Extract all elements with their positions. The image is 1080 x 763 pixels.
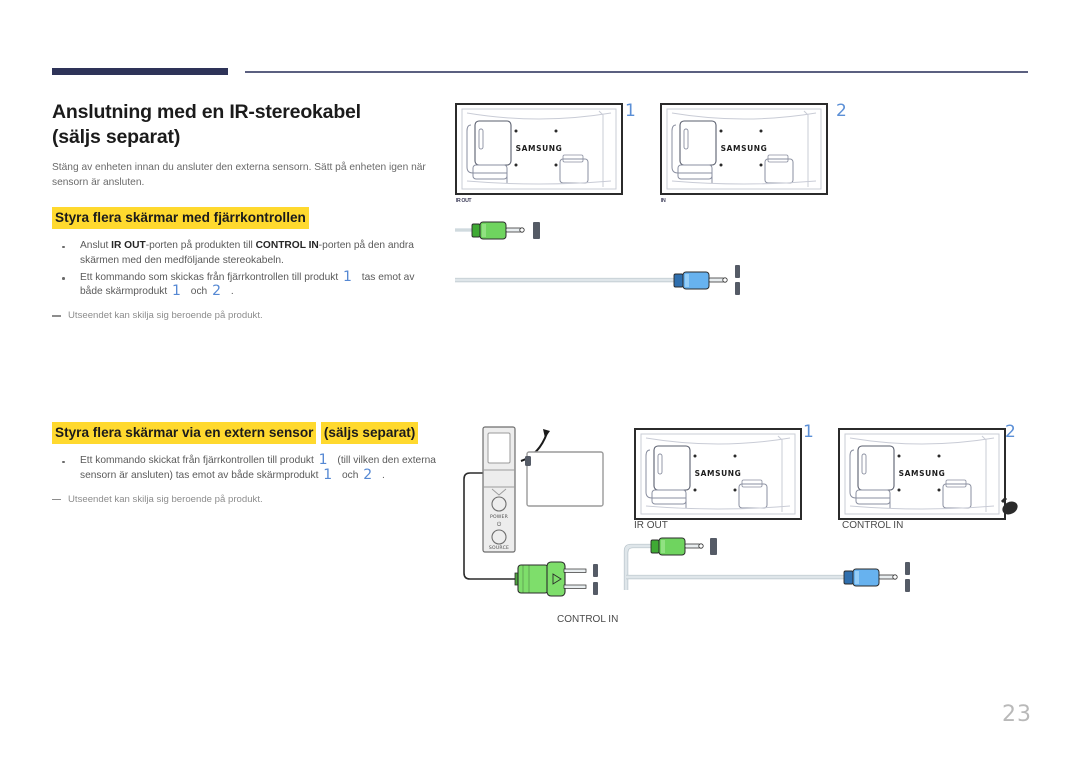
monitor-2-bottom-port-label: CONTROL IN bbox=[842, 520, 904, 531]
page-number: 23 bbox=[1002, 702, 1032, 727]
monitor-index-2-bottom: 2 bbox=[1005, 422, 1016, 442]
monitor-1-port-label: IR OUT bbox=[456, 198, 472, 204]
monitor-2-port-label: IN bbox=[661, 198, 666, 204]
svg-text:⏻: ⏻ bbox=[497, 521, 502, 528]
diagram-area: SAMSUNG IR OUT 1 SAMSUNG IN 2 POWER ⏻ SO… bbox=[0, 0, 1080, 763]
svg-text:SAMSUNG: SAMSUNG bbox=[721, 144, 768, 153]
monitor-index-1-bottom: 1 bbox=[803, 422, 814, 442]
monitor-illustration: SAMSUNG bbox=[634, 428, 802, 520]
monitor-back-1-bottom: SAMSUNG IR OUT bbox=[634, 428, 802, 531]
monitor-index-2-top: 2 bbox=[836, 101, 847, 121]
svg-text:SAMSUNG: SAMSUNG bbox=[899, 469, 946, 478]
svg-text:POWER: POWER bbox=[490, 514, 509, 520]
cable-port-label: CONTROL IN bbox=[557, 614, 619, 625]
monitor-illustration: SAMSUNG bbox=[660, 103, 828, 195]
monitor-illustration: SAMSUNG bbox=[455, 103, 623, 195]
monitor-back-1-top: SAMSUNG IR OUT bbox=[455, 103, 623, 204]
stereo-cable-top bbox=[455, 221, 740, 295]
svg-text:SOURCE: SOURCE bbox=[489, 545, 509, 551]
monitor-back-2-bottom: SAMSUNG CONTROL IN bbox=[838, 428, 1018, 531]
monitor-illustration: SAMSUNG bbox=[838, 428, 1018, 520]
sensor-mount-panel bbox=[525, 451, 604, 507]
monitor-1-bottom-port-label: IR OUT bbox=[634, 520, 668, 531]
svg-text:SAMSUNG: SAMSUNG bbox=[695, 469, 742, 478]
svg-text:SAMSUNG: SAMSUNG bbox=[516, 144, 563, 153]
stereo-cable-bottom bbox=[623, 537, 910, 592]
monitor-index-1-top: 1 bbox=[625, 101, 636, 121]
monitor-back-2-top: SAMSUNG IN bbox=[660, 103, 828, 204]
manual-page: Anslutning med en IR-stereokabel (säljs … bbox=[0, 0, 1080, 763]
